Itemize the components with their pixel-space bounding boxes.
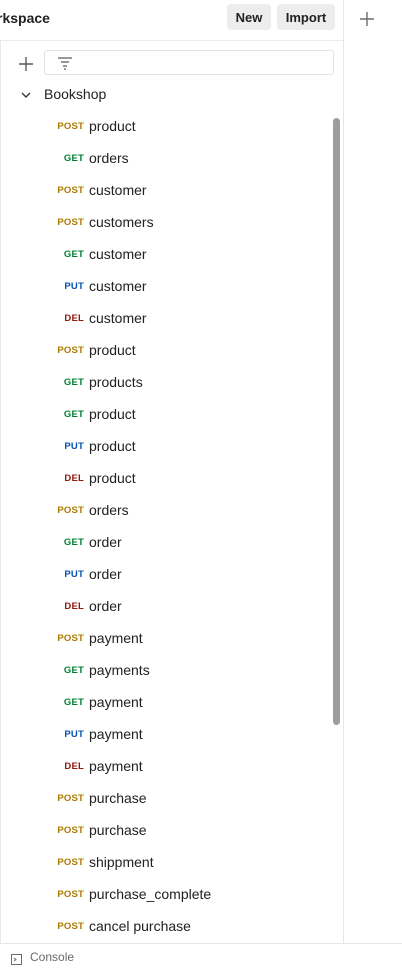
- method-badge: DEL: [64, 313, 84, 324]
- request-name: products: [89, 374, 143, 390]
- request-name: payment: [89, 694, 143, 710]
- request-item[interactable]: PUT order: [0, 558, 330, 590]
- method-badge: GET: [63, 537, 84, 548]
- chevron-down-icon[interactable]: [20, 88, 32, 100]
- method-badge: PUT: [64, 569, 84, 580]
- request-name: customer: [89, 246, 147, 262]
- console-icon[interactable]: [11, 952, 22, 965]
- method-badge: POST: [57, 825, 84, 836]
- method-badge: POST: [57, 185, 84, 196]
- request-item[interactable]: PUT payment: [0, 718, 330, 750]
- method-badge: GET: [63, 249, 84, 260]
- request-item[interactable]: GET product: [0, 398, 330, 430]
- import-button[interactable]: Import: [277, 4, 335, 30]
- request-name: cancel purchase: [89, 918, 191, 934]
- method-badge: GET: [63, 409, 84, 420]
- panel-divider[interactable]: [343, 0, 344, 943]
- workspace-title[interactable]: rkspace: [0, 9, 50, 27]
- request-name: payment: [89, 630, 143, 646]
- method-badge: PUT: [64, 281, 84, 292]
- method-badge: DEL: [64, 601, 84, 612]
- request-name: payments: [89, 662, 150, 678]
- request-item[interactable]: PUT product: [0, 430, 330, 462]
- method-badge: POST: [57, 889, 84, 900]
- collection-name: Bookshop: [44, 86, 107, 102]
- method-badge: POST: [57, 857, 84, 868]
- request-item[interactable]: POST purchase: [0, 782, 330, 814]
- filter-input[interactable]: [44, 50, 334, 75]
- request-item[interactable]: POST purchase_complete: [0, 878, 330, 910]
- request-name: product: [89, 406, 136, 422]
- filter-icon[interactable]: [57, 56, 73, 70]
- request-name: product: [89, 470, 136, 486]
- request-item[interactable]: POST customers: [0, 206, 330, 238]
- method-badge: POST: [57, 217, 84, 228]
- request-name: product: [89, 118, 136, 134]
- request-item[interactable]: GET payment: [0, 686, 330, 718]
- request-item[interactable]: POST cancel purchase: [0, 910, 330, 942]
- request-name: customer: [89, 310, 147, 326]
- request-item[interactable]: POST customer: [0, 174, 330, 206]
- request-name: purchase: [89, 822, 147, 838]
- method-badge: POST: [57, 505, 84, 516]
- method-badge: POST: [57, 793, 84, 804]
- new-button[interactable]: New: [227, 4, 271, 30]
- request-name: product: [89, 438, 136, 454]
- request-item[interactable]: POST purchase: [0, 814, 330, 846]
- request-item[interactable]: POST payment: [0, 622, 330, 654]
- request-item[interactable]: PUT customer: [0, 270, 330, 302]
- console-label[interactable]: Console: [30, 950, 74, 964]
- method-badge: PUT: [64, 729, 84, 740]
- request-name: order: [89, 598, 122, 614]
- request-name: order: [89, 534, 122, 550]
- method-badge: PUT: [64, 441, 84, 452]
- request-item[interactable]: GET orders: [0, 142, 330, 174]
- request-name: orders: [89, 502, 129, 518]
- method-badge: GET: [63, 377, 84, 388]
- request-item[interactable]: GET payments: [0, 654, 330, 686]
- request-item[interactable]: GET customer: [0, 238, 330, 270]
- method-badge: POST: [57, 633, 84, 644]
- request-item[interactable]: DEL payment: [0, 750, 330, 782]
- collection-item-bookshop[interactable]: Bookshop: [16, 84, 316, 106]
- method-badge: DEL: [64, 473, 84, 484]
- request-name: payment: [89, 758, 143, 774]
- request-item[interactable]: POST orders: [0, 494, 330, 526]
- request-name: shippment: [89, 854, 154, 870]
- method-badge: GET: [63, 665, 84, 676]
- method-badge: DEL: [64, 761, 84, 772]
- request-name: purchase_complete: [89, 886, 212, 902]
- request-item[interactable]: DEL order: [0, 590, 330, 622]
- request-name: customer: [89, 278, 147, 294]
- add-collection-plus-icon[interactable]: [16, 54, 36, 74]
- status-bar: Console: [0, 943, 402, 965]
- request-item[interactable]: GET products: [0, 366, 330, 398]
- request-name: payment: [89, 726, 143, 742]
- request-name: customer: [89, 182, 147, 198]
- request-item[interactable]: GET order: [0, 526, 330, 558]
- method-badge: POST: [57, 121, 84, 132]
- request-name: product: [89, 342, 136, 358]
- sidebar-header: rkspace New Import: [0, 0, 343, 41]
- request-list: POST product GET orders POST customer POST cust…: [0, 110, 330, 942]
- request-name: purchase: [89, 790, 147, 806]
- request-item[interactable]: POST product: [0, 110, 330, 142]
- method-badge: GET: [63, 697, 84, 708]
- request-item[interactable]: DEL customer: [0, 302, 330, 334]
- request-item[interactable]: DEL product: [0, 462, 330, 494]
- request-name: customers: [89, 214, 154, 230]
- sidebar-scrollbar[interactable]: [333, 118, 340, 725]
- request-name: order: [89, 566, 122, 582]
- request-item[interactable]: POST product: [0, 334, 330, 366]
- method-badge: POST: [57, 921, 84, 932]
- new-tab-plus-icon[interactable]: [357, 9, 377, 29]
- method-badge: POST: [57, 345, 84, 356]
- request-name: orders: [89, 150, 129, 166]
- request-item[interactable]: POST shippment: [0, 846, 330, 878]
- method-badge: GET: [63, 153, 84, 164]
